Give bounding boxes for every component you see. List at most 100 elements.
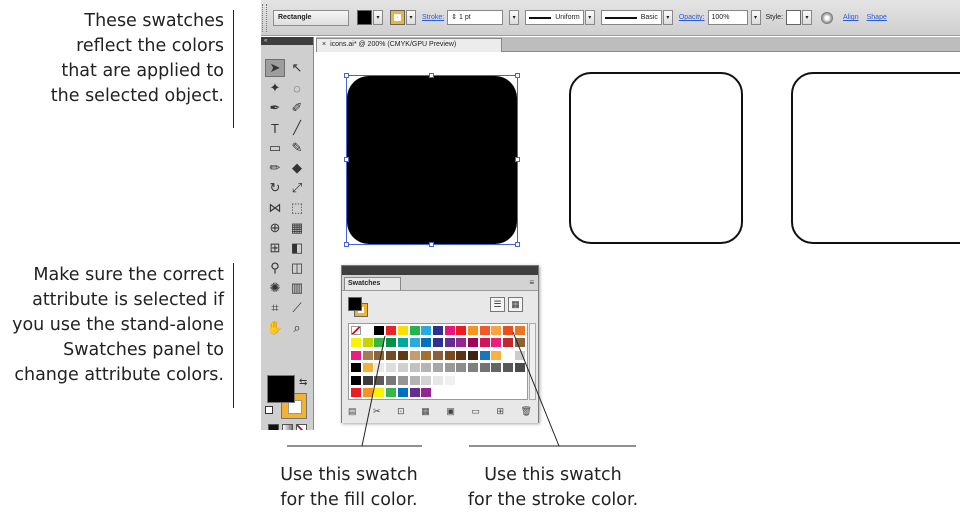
color-swatch[interactable] — [456, 363, 467, 373]
profile-dropdown[interactable]: ▾ — [584, 10, 595, 25]
fill-color-box[interactable] — [267, 375, 295, 403]
resize-handle[interactable] — [344, 242, 349, 247]
color-swatch[interactable] — [444, 350, 455, 360]
swatch-library-icon[interactable]: ▤ — [348, 406, 357, 417]
color-swatch[interactable] — [514, 326, 525, 335]
outlined-rounded-rectangle[interactable] — [791, 72, 960, 244]
color-swatch[interactable] — [444, 338, 455, 348]
color-swatch[interactable] — [351, 388, 361, 397]
color-swatch[interactable] — [503, 338, 514, 348]
color-swatch[interactable] — [479, 326, 490, 335]
color-swatch[interactable] — [374, 338, 385, 348]
tools-panel-header[interactable]: « — [261, 37, 313, 45]
show-kind-icon[interactable]: ▦ — [421, 406, 430, 417]
color-swatch[interactable] — [491, 350, 502, 360]
blend-tool-icon[interactable]: ◫ — [287, 259, 307, 277]
color-swatch[interactable] — [444, 363, 455, 373]
panel-grip[interactable] — [262, 3, 267, 32]
color-swatch[interactable] — [374, 363, 385, 373]
fill-swatch[interactable] — [357, 10, 372, 25]
mesh-tool-icon[interactable]: ⊞ — [265, 239, 285, 257]
color-swatch[interactable] — [421, 363, 432, 373]
color-swatch[interactable] — [386, 326, 397, 335]
color-swatch[interactable] — [397, 326, 408, 335]
color-swatch[interactable] — [386, 375, 397, 385]
color-swatch[interactable] — [468, 350, 478, 360]
rectangle-tool-icon[interactable]: ▭ — [265, 139, 285, 157]
rotate-tool-icon[interactable]: ↻ — [265, 179, 285, 197]
eraser-tool-icon[interactable]: ◆ — [287, 159, 307, 177]
color-swatch[interactable] — [514, 338, 525, 348]
color-swatch[interactable] — [444, 326, 455, 335]
color-swatch[interactable] — [468, 326, 478, 335]
panel-fill-box[interactable] — [348, 297, 362, 311]
color-swatch[interactable] — [432, 350, 443, 360]
none-swatch[interactable] — [351, 326, 361, 335]
color-swatch[interactable] — [421, 388, 432, 397]
color-swatch[interactable] — [491, 326, 502, 335]
color-swatch[interactable] — [468, 338, 478, 348]
graphic-style-swatch[interactable] — [786, 10, 802, 25]
color-swatch[interactable] — [409, 350, 420, 360]
pen-tool-icon[interactable]: ✒ — [265, 99, 285, 117]
color-swatch[interactable] — [374, 350, 385, 360]
color-swatch[interactable] — [468, 363, 478, 373]
style-dropdown[interactable]: ▾ — [802, 10, 813, 25]
opacity-link[interactable]: Opacity: — [679, 14, 705, 21]
symbol-sprayer-tool-icon[interactable]: ✺ — [265, 279, 285, 297]
color-swatch[interactable] — [397, 350, 408, 360]
type-tool-icon[interactable]: T — [265, 119, 285, 137]
color-swatch[interactable] — [386, 388, 397, 397]
gradient-mode-icon[interactable] — [282, 424, 293, 430]
color-swatch[interactable] — [432, 375, 443, 385]
new-color-group-icon[interactable]: ▣ — [446, 406, 455, 417]
new-swatch-icon[interactable]: ⊞ — [496, 406, 504, 417]
swatches-panel-header[interactable] — [342, 266, 538, 275]
outlined-rounded-rectangle[interactable] — [569, 72, 743, 244]
stroke-dropdown[interactable]: ▾ — [406, 10, 416, 25]
color-swatch[interactable] — [397, 363, 408, 373]
document-tab[interactable]: × icons.ai* @ 200% (CMYK/GPU Preview) — [316, 38, 502, 52]
color-swatch[interactable] — [351, 375, 361, 385]
color-swatch[interactable] — [432, 326, 443, 335]
swatches-tab[interactable]: Swatches — [344, 277, 401, 290]
resize-handle[interactable] — [344, 157, 349, 162]
shape-link[interactable]: Shape — [867, 14, 887, 21]
brush-definition[interactable]: Basic — [600, 10, 662, 25]
color-swatch[interactable] — [362, 350, 373, 360]
color-swatch[interactable] — [503, 350, 514, 360]
eyedropper-tool-icon[interactable]: ⚲ — [265, 259, 285, 277]
resize-handle[interactable] — [429, 242, 434, 247]
stroke-stepper-icon[interactable]: ⇕ — [451, 14, 459, 21]
gradient-tool-icon[interactable]: ◧ — [287, 239, 307, 257]
brush-dropdown[interactable]: ▾ — [662, 10, 673, 25]
color-swatch[interactable] — [362, 326, 373, 335]
pencil-tool-icon[interactable]: ✏ — [265, 159, 285, 177]
color-swatch[interactable] — [491, 363, 502, 373]
close-tab-icon[interactable]: × — [322, 41, 326, 48]
color-swatch[interactable] — [479, 363, 490, 373]
color-swatch[interactable] — [409, 363, 420, 373]
color-swatch[interactable] — [397, 375, 408, 385]
color-swatch[interactable] — [456, 326, 467, 335]
panel-menu-icon[interactable]: ≡ — [529, 278, 534, 287]
swatch-scrollbar[interactable] — [529, 323, 536, 400]
swatch-options-icon[interactable]: ⊡ — [397, 406, 405, 417]
paintbrush-tool-icon[interactable]: ✎ — [287, 139, 307, 157]
color-swatch[interactable] — [421, 375, 432, 385]
stroke-swatch[interactable] — [390, 10, 405, 25]
free-transform-tool-icon[interactable]: ⬚ — [287, 199, 307, 217]
color-swatch[interactable] — [362, 375, 373, 385]
color-swatch[interactable] — [362, 363, 373, 373]
stroke-weight-field[interactable]: ⇕ 1 pt — [447, 10, 504, 25]
line-tool-icon[interactable]: ╱ — [287, 119, 307, 137]
color-swatch[interactable] — [456, 338, 467, 348]
artboard-tool-icon[interactable]: ⌗ — [265, 299, 285, 317]
color-swatch[interactable] — [444, 375, 455, 385]
color-swatch[interactable] — [351, 338, 361, 348]
scale-tool-icon[interactable]: ⤢ — [287, 179, 307, 197]
magic-wand-tool-icon[interactable]: ✦ — [265, 79, 285, 97]
color-swatch[interactable] — [386, 350, 397, 360]
color-swatch[interactable] — [409, 326, 420, 335]
color-swatch[interactable] — [397, 388, 408, 397]
